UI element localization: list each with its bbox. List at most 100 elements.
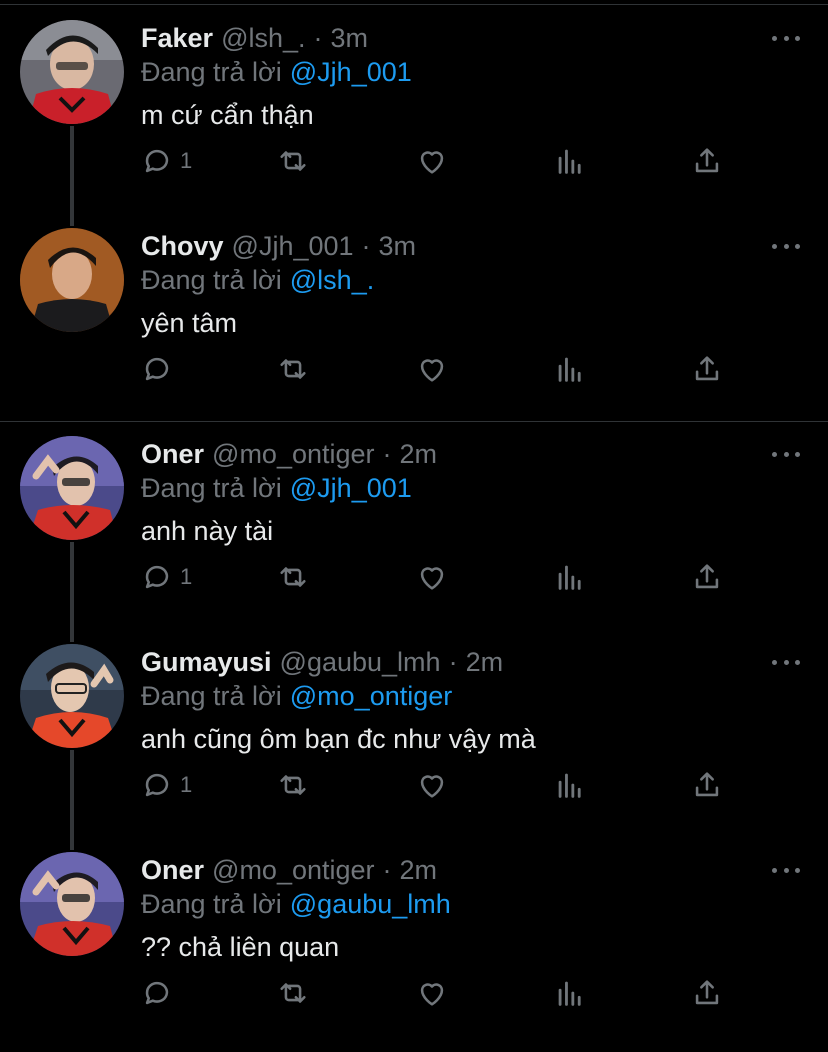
reply-button[interactable] [140, 352, 180, 386]
separator-dot: · [382, 854, 392, 885]
replying-to-label: Đang trả lời [141, 264, 282, 295]
views-icon [558, 357, 581, 382]
author-handle[interactable]: @mo_ontiger [212, 855, 375, 886]
separator-dot: · [448, 646, 458, 677]
reply-icon [145, 981, 169, 1005]
top-divider [0, 4, 828, 5]
views-button[interactable] [553, 352, 587, 386]
author-handle[interactable]: @mo_ontiger [212, 439, 375, 470]
avatar[interactable] [20, 228, 124, 332]
retweet-button[interactable] [276, 144, 310, 178]
timestamp[interactable]: 3m [331, 23, 369, 54]
like-button[interactable] [415, 976, 449, 1010]
tweet[interactable]: Faker @lsh_. · 3m Đang trả lời @Jjh_001 … [0, 20, 828, 220]
more-icon[interactable] [772, 442, 800, 466]
avatar[interactable] [20, 852, 124, 956]
reply-icon [145, 357, 169, 381]
tweet-actions [140, 976, 740, 1010]
tweet-actions: 1 [140, 560, 740, 594]
tweet[interactable]: Chovy @Jjh_001 · 3m Đang trả lời @lsh_. … [0, 228, 828, 428]
retweet-icon [280, 567, 306, 587]
author-name[interactable]: Chovy [141, 231, 224, 262]
replying-to: Đang trả lời @Jjh_001 [141, 470, 412, 506]
more-icon[interactable] [772, 234, 800, 258]
like-icon [420, 775, 444, 798]
timestamp[interactable]: 2m [400, 855, 438, 886]
retweet-button[interactable] [276, 560, 310, 594]
tweet-actions: 1 [140, 144, 740, 178]
like-button[interactable] [415, 768, 449, 802]
like-icon [420, 567, 444, 590]
retweet-icon [280, 359, 306, 379]
share-button[interactable] [690, 352, 724, 386]
share-button[interactable] [690, 976, 724, 1010]
timestamp[interactable]: 2m [466, 647, 504, 678]
retweet-button[interactable] [276, 976, 310, 1010]
reply-icon [145, 149, 169, 173]
retweet-icon [280, 151, 306, 171]
author-handle[interactable]: @Jjh_001 [232, 231, 354, 262]
reply-icon [145, 565, 169, 589]
tweet[interactable]: Oner @mo_ontiger · 2m Đang trả lời @Jjh_… [0, 436, 828, 636]
author-name[interactable]: Gumayusi [141, 647, 272, 678]
mention-link[interactable]: @Jjh_001 [290, 473, 412, 504]
replying-to-label: Đang trả lời [141, 472, 282, 503]
reply-button[interactable]: 1 [140, 144, 192, 178]
avatar[interactable] [20, 436, 124, 540]
tweet-actions: 1 [140, 768, 740, 802]
reply-button[interactable] [140, 976, 180, 1010]
avatar[interactable] [20, 644, 124, 748]
author-name[interactable]: Oner [141, 439, 204, 470]
avatar[interactable] [20, 20, 124, 124]
views-button[interactable] [553, 560, 587, 594]
like-button[interactable] [415, 560, 449, 594]
retweet-button[interactable] [276, 352, 310, 386]
tweet[interactable]: Oner @mo_ontiger · 2m Đang trả lời @gaub… [0, 852, 828, 1052]
share-button[interactable] [690, 768, 724, 802]
share-icon [695, 980, 719, 1005]
replying-to: Đang trả lời @gaubu_lmh [141, 886, 451, 922]
reply-button[interactable]: 1 [140, 560, 192, 594]
reply-count: 1 [180, 772, 193, 797]
views-icon [558, 981, 581, 1006]
views-button[interactable] [553, 144, 587, 178]
like-icon [420, 151, 444, 174]
more-icon[interactable] [772, 26, 800, 50]
author-handle[interactable]: @gaubu_lmh [280, 647, 441, 678]
timestamp[interactable]: 2m [400, 439, 438, 470]
separator-dot: · [313, 22, 323, 53]
share-icon [695, 356, 719, 381]
timestamp[interactable]: 3m [379, 231, 417, 262]
tweet-text: m cứ cẩn thận [141, 100, 314, 130]
tweet-text: anh này tài [141, 516, 274, 546]
share-button[interactable] [690, 144, 724, 178]
like-button[interactable] [415, 144, 449, 178]
more-icon[interactable] [772, 650, 800, 674]
views-icon [558, 565, 581, 590]
replying-to: Đang trả lời @lsh_. [141, 262, 374, 298]
mention-link[interactable]: @gaubu_lmh [290, 889, 451, 920]
tweet-text: anh cũng ôm bạn đc như vậy mà [141, 724, 536, 754]
like-icon [420, 359, 444, 382]
mention-link[interactable]: @lsh_. [290, 265, 374, 296]
tweet[interactable]: Gumayusi @gaubu_lmh · 2m Đang trả lời @m… [0, 644, 828, 844]
mention-link[interactable]: @Jjh_001 [290, 57, 412, 88]
like-icon [420, 983, 444, 1006]
replying-to-label: Đang trả lời [141, 888, 282, 919]
share-icon [695, 772, 719, 797]
replying-to-label: Đang trả lời [141, 56, 282, 87]
reply-button[interactable]: 1 [140, 768, 192, 802]
retweet-button[interactable] [276, 768, 310, 802]
author-handle[interactable]: @lsh_. [221, 23, 305, 54]
author-name[interactable]: Faker [141, 23, 213, 54]
views-button[interactable] [553, 976, 587, 1010]
views-icon [558, 149, 581, 174]
author-name[interactable]: Oner [141, 855, 204, 886]
tweet-text: yên tâm [141, 308, 238, 338]
mention-link[interactable]: @mo_ontiger [290, 681, 453, 712]
share-button[interactable] [690, 560, 724, 594]
share-icon [695, 148, 719, 173]
more-icon[interactable] [772, 858, 800, 882]
like-button[interactable] [415, 352, 449, 386]
views-button[interactable] [553, 768, 587, 802]
